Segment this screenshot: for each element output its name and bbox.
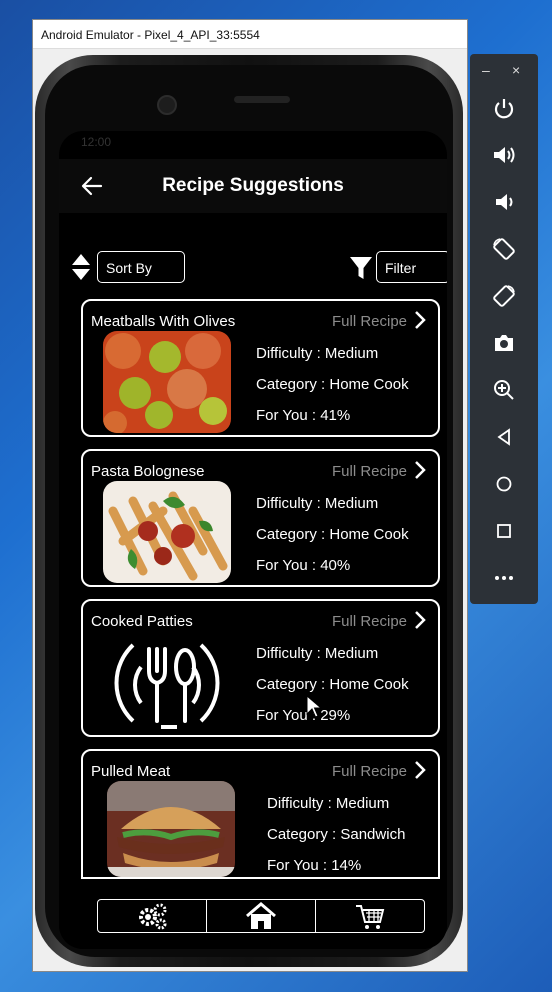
recipe-image-pasta xyxy=(103,481,231,583)
phone-body: 12:00 Recipe Suggestions Sort By Filter … xyxy=(45,65,453,957)
for-you-text: For You : 14% xyxy=(267,857,362,874)
utensils-placeholder-icon xyxy=(103,631,231,733)
minimize-button[interactable]: – xyxy=(482,62,490,78)
more-button[interactable] xyxy=(487,561,521,595)
recipe-name: Pasta Bolognese xyxy=(91,463,205,480)
power-button[interactable] xyxy=(487,91,521,125)
recipe-image-meatballs xyxy=(103,331,231,433)
difficulty-text: Difficulty : Medium xyxy=(256,495,379,512)
overview-button[interactable] xyxy=(487,514,521,548)
screenshot-button[interactable] xyxy=(487,326,521,360)
overview-icon xyxy=(497,524,511,538)
home-circle-icon xyxy=(496,476,512,492)
recipe-card-patties[interactable]: Cooked Patties Full Recipe Difficulty: … xyxy=(81,599,440,737)
arrow-left-icon xyxy=(81,176,103,196)
zoom-icon xyxy=(494,380,514,400)
volume-down-button[interactable] xyxy=(487,185,521,219)
power-icon xyxy=(494,99,514,119)
emulator-window: Android Emulator - Pixel_4_API_33:5554 1… xyxy=(32,19,468,972)
earpiece xyxy=(234,96,290,103)
back-icon xyxy=(497,428,510,446)
bottom-navigation xyxy=(97,899,425,933)
recipe-card-pasta[interactable]: Pasta Bolognese Full Recipe Difficulty:… xyxy=(81,449,440,587)
emulator-content: 12:00 Recipe Suggestions Sort By Filter … xyxy=(33,49,467,971)
difficulty-text: Difficulty : Medium xyxy=(256,345,379,362)
nav-home[interactable] xyxy=(207,900,316,932)
filter-button[interactable]: Filter xyxy=(376,251,447,283)
cart-icon xyxy=(356,905,385,929)
full-recipe-link[interactable]: Full Recipe xyxy=(332,763,407,780)
volume-up-icon xyxy=(494,147,515,163)
nav-settings[interactable] xyxy=(98,900,207,932)
for-you-text: For You : 29% xyxy=(256,707,351,724)
rotate-left-button[interactable] xyxy=(487,232,521,266)
app-bar: Recipe Suggestions xyxy=(59,159,447,213)
settings-icon xyxy=(139,903,167,930)
rotate-left-icon xyxy=(493,238,515,260)
phone-screen: 12:00 Recipe Suggestions Sort By Filter … xyxy=(59,131,447,949)
volume-down-icon xyxy=(496,194,513,210)
recipe-name: Meatballs With Olives xyxy=(91,313,236,330)
list-clip-edge xyxy=(81,877,440,879)
close-button[interactable]: × xyxy=(512,62,520,78)
for-you-text: For You : 41% xyxy=(256,407,351,424)
status-time: 12:00 xyxy=(81,135,112,149)
sort-icon[interactable] xyxy=(71,253,91,281)
status-bar: 12:00 xyxy=(59,131,447,153)
recipe-name: Pulled Meat xyxy=(91,763,171,780)
rotate-right-button[interactable] xyxy=(487,279,521,313)
recipe-card-meatballs[interactable]: Meatballs With Olives Full Recipe Diffic… xyxy=(81,299,440,437)
category-text: Category : Home Cook xyxy=(256,676,409,693)
rotate-right-icon xyxy=(493,285,515,307)
home-nav-button[interactable] xyxy=(487,467,521,501)
mouse-cursor-icon xyxy=(306,695,322,718)
back-button[interactable] xyxy=(77,171,107,201)
chevron-right-icon[interactable] xyxy=(413,610,427,630)
category-text: Category : Home Cook xyxy=(256,526,409,543)
category-text: Category : Sandwich xyxy=(267,826,406,843)
full-recipe-link[interactable]: Full Recipe xyxy=(332,613,407,630)
window-title: Android Emulator - Pixel_4_API_33:5554 xyxy=(41,28,260,42)
more-icon xyxy=(495,576,513,580)
page-title: Recipe Suggestions xyxy=(162,175,344,196)
filter-icon[interactable] xyxy=(349,255,373,281)
chevron-right-icon[interactable] xyxy=(413,760,427,780)
emulator-toolbar: – × xyxy=(470,54,538,604)
for-you-text: For You : 40% xyxy=(256,557,351,574)
category-text: Category : Home Cook xyxy=(256,376,409,393)
camera-icon xyxy=(495,335,513,351)
back-nav-button[interactable] xyxy=(487,420,521,454)
volume-up-button[interactable] xyxy=(487,138,521,172)
difficulty-text: Difficulty : Medium xyxy=(267,795,390,812)
full-recipe-link[interactable]: Full Recipe xyxy=(332,463,407,480)
front-camera xyxy=(157,95,177,115)
nav-cart[interactable] xyxy=(316,900,424,932)
recipe-name: Cooked Patties xyxy=(91,613,193,630)
home-icon xyxy=(246,902,276,929)
recipe-image-sandwich xyxy=(107,781,235,877)
title-bar: Android Emulator - Pixel_4_API_33:5554 xyxy=(33,20,467,49)
zoom-button[interactable] xyxy=(487,373,521,407)
chevron-right-icon[interactable] xyxy=(413,460,427,480)
chevron-right-icon[interactable] xyxy=(413,310,427,330)
phone-frame: 12:00 Recipe Suggestions Sort By Filter … xyxy=(35,55,463,967)
difficulty-text: Difficulty : Medium xyxy=(256,645,379,662)
sort-by-button[interactable]: Sort By xyxy=(97,251,185,283)
full-recipe-link[interactable]: Full Recipe xyxy=(332,313,407,330)
